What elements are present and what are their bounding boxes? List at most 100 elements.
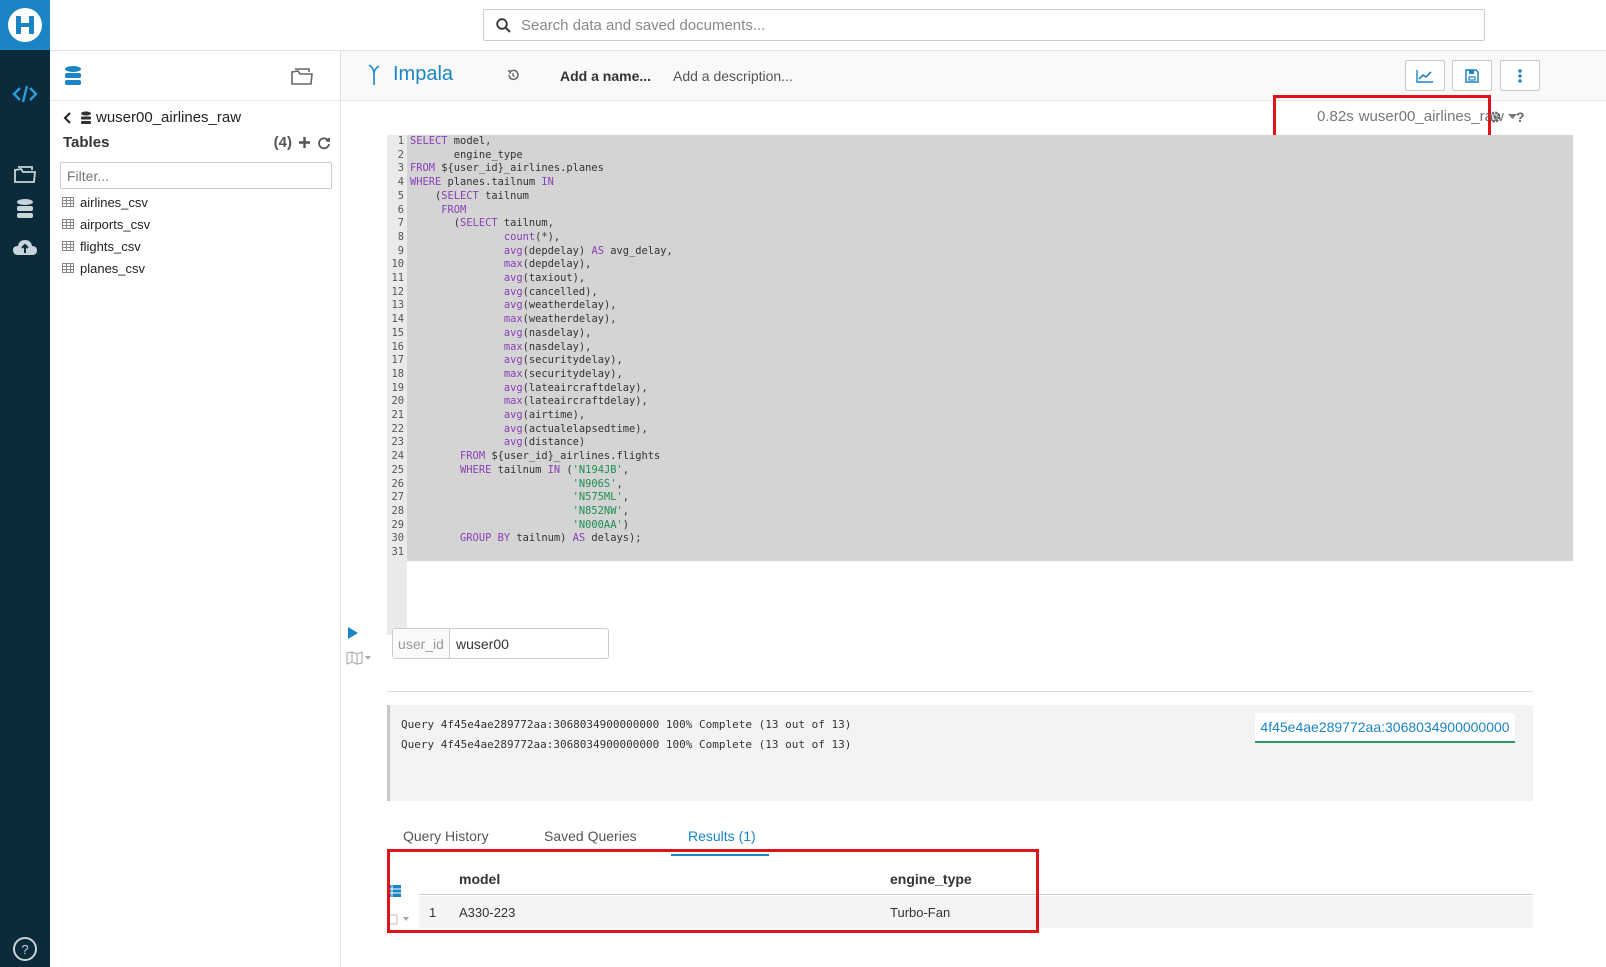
code-line: 19 avg(lateaircraftdelay), [387, 381, 647, 396]
table-item[interactable]: flights_csv [62, 235, 150, 257]
sql-string: 'N575ML' [572, 491, 623, 504]
sql-text: planes.tailnum [441, 176, 542, 189]
query-name-input[interactable]: Add a name... [560, 68, 651, 84]
tab-saved-queries[interactable]: Saved Queries [544, 828, 637, 844]
table-item[interactable]: planes_csv [62, 257, 150, 279]
svg-text:?: ? [21, 942, 28, 957]
table-name: flights_csv [80, 238, 141, 254]
code-line: 25 WHERE tailnum IN ('N194JB', [387, 464, 629, 478]
code-line: 28 'N852NW', [387, 504, 629, 519]
sql-text: delays); [585, 532, 642, 545]
line-number: 24 [391, 450, 404, 463]
history-icon[interactable] [506, 68, 520, 82]
query-id-link[interactable]: 4f45e4ae289772aa:3068034900000000 [1255, 713, 1515, 743]
tab-results[interactable]: Results (1) [688, 828, 756, 844]
settings-gear-icon[interactable] [1488, 110, 1502, 124]
upload-cloud-icon[interactable] [9, 234, 41, 262]
sql-text: avg_delay, [603, 244, 673, 257]
code-line: 10 max(depdelay), [387, 258, 591, 272]
save-button[interactable] [1452, 60, 1492, 91]
line-number: 1 [397, 135, 404, 147]
sql-text: engine_type [410, 148, 523, 161]
assist-panel: wuser00_airlines_raw Tables (4) airlines… [50, 51, 341, 967]
query-description-input[interactable]: Add a description... [673, 68, 793, 84]
sql-keyword: max [503, 340, 523, 353]
files-icon[interactable] [9, 160, 41, 188]
line-number: 20 [391, 395, 404, 408]
sql-keyword: WHERE [460, 463, 492, 476]
add-icon[interactable] [298, 136, 311, 149]
back-chevron-icon[interactable] [62, 111, 72, 125]
sql-text: (nasdelay), [522, 326, 592, 339]
sql-string: 'N852NW' [572, 504, 623, 517]
database-breadcrumb[interactable]: wuser00_airlines_raw [62, 109, 241, 126]
sql-keyword: avg [503, 381, 523, 394]
table-name: planes_csv [80, 260, 146, 276]
editor-divider[interactable] [387, 691, 1533, 692]
refresh-icon[interactable] [317, 136, 331, 150]
snippet-map-icon[interactable] [346, 651, 372, 665]
tab-query-history[interactable]: Query History [403, 828, 489, 844]
sql-text: ${user_id}_airlines.planes [435, 162, 604, 175]
global-search-input[interactable]: Search data and saved documents... [483, 9, 1485, 41]
line-number: 14 [391, 313, 404, 326]
chart-button[interactable] [1405, 60, 1445, 91]
sql-text: ( [410, 189, 442, 202]
code-line: 24 FROM ${user_id}_airlines.flights [387, 450, 660, 464]
chart-icon [1416, 69, 1433, 83]
editor-title: Impala [367, 63, 453, 86]
sql-text: ${user_id}_airlines.flights [485, 450, 661, 463]
parameter-label: user_id [393, 629, 450, 658]
sql-keyword: avg [503, 326, 523, 339]
code-line: 17 avg(securitydelay), [387, 354, 622, 368]
sql-code-editor[interactable]: 1 SELECT model, 2 engine_type 3 FROM ${user_… [387, 135, 1573, 635]
line-number: 31 [391, 546, 404, 558]
help-icon[interactable]: ? [9, 935, 41, 963]
parameter-value-input[interactable]: wuser00 [450, 629, 509, 658]
sql-text: model, [447, 135, 492, 147]
table-item[interactable]: airlines_csv [62, 191, 150, 213]
hue-logo-icon [8, 8, 42, 42]
more-actions-button[interactable] [1500, 60, 1540, 91]
code-line: 2 engine_type [387, 149, 523, 163]
line-number: 22 [391, 422, 404, 435]
code-line: 8 count(*), [387, 231, 560, 245]
code-line: 9 avg(depdelay) AS avg_delay, [387, 245, 673, 259]
database-icon[interactable] [9, 196, 41, 224]
tables-filter-input[interactable] [60, 162, 332, 189]
execute-play-icon[interactable] [347, 627, 358, 639]
sql-text: (airtime), [522, 409, 586, 421]
table-item[interactable]: airports_csv [62, 213, 150, 235]
table-icon [62, 219, 74, 229]
line-number: 4 [397, 176, 404, 189]
table-icon [62, 197, 74, 207]
sql-keyword: max [503, 395, 523, 408]
hue-logo[interactable] [0, 0, 50, 50]
sql-text: , [622, 504, 629, 517]
sql-text: , [622, 491, 629, 504]
help-button[interactable]: ? [1516, 109, 1525, 125]
sql-keyword: avg [503, 299, 523, 312]
sql-text: , [616, 477, 623, 490]
highlight-box-results [387, 849, 1039, 933]
sql-keyword: SELECT [460, 217, 498, 230]
assist-panel-header [50, 51, 340, 101]
database-icon [81, 111, 91, 124]
editor-icon[interactable] [9, 80, 41, 108]
tables-list: airlines_csv airports_csv flights_csv pl… [62, 191, 150, 279]
sql-text: ) [622, 518, 629, 531]
sql-keyword: max [503, 367, 523, 380]
sql-keyword: count [503, 230, 536, 243]
documents-tab-icon[interactable] [290, 66, 314, 86]
database-tab-icon[interactable] [64, 65, 82, 87]
